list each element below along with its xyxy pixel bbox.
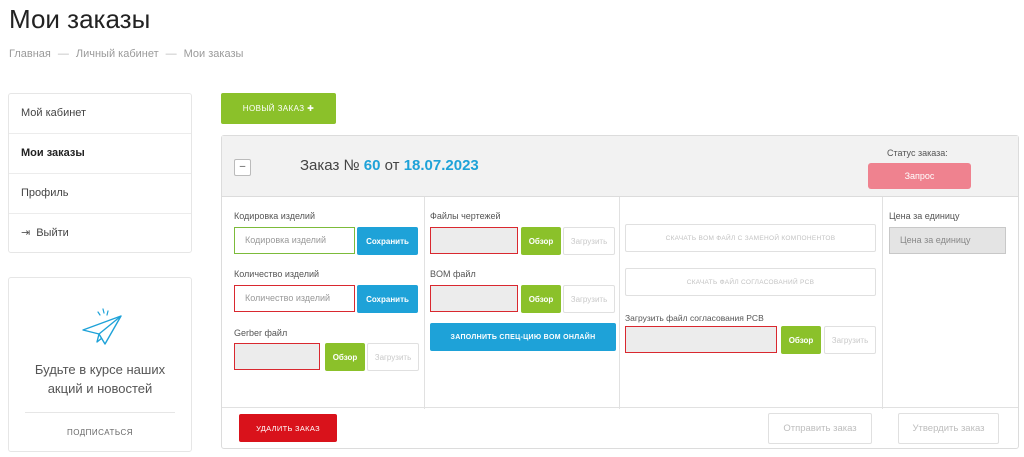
order-column-product: Кодировка изделий Кодировка изделий Сохр… [222, 197, 425, 409]
fill-bom-online-button[interactable]: ЗАПОЛНИТЬ СПЕЦ-ЦИЮ BOM ОНЛАЙН [430, 323, 616, 351]
new-order-button[interactable]: НОВЫЙ ЗАКАЗ ✚ [221, 93, 336, 124]
quantity-label: Количество изделий [234, 269, 320, 279]
quantity-input[interactable]: Количество изделий [234, 285, 355, 312]
marking-input[interactable]: Кодировка изделий [234, 227, 355, 254]
divider [222, 407, 1018, 408]
price-label: Цена за единицу [889, 211, 960, 221]
subscribe-text: Будьте в курсе наших акций и новостей [34, 362, 166, 396]
drawings-file-field[interactable] [430, 227, 518, 254]
bom-file-field[interactable] [430, 285, 518, 312]
price-input[interactable]: Цена за единицу [889, 227, 1006, 254]
order-card: – Заказ № 60 от 18.07.2023 Статус заказа… [221, 135, 1019, 449]
status-label: Статус заказа: [887, 148, 948, 158]
page-title: Мои заказы [9, 4, 151, 34]
collapse-button[interactable]: – [234, 159, 251, 176]
sidebar-item-my-cabinet[interactable]: Мой кабинет [9, 94, 191, 134]
breadcrumb-separator: — [57, 48, 69, 60]
gerber-browse-button[interactable]: Обзор [325, 343, 365, 371]
order-title: Заказ № 60 от 18.07.2023 [300, 157, 479, 174]
order-header: – Заказ № 60 от 18.07.2023 Статус заказа… [222, 136, 1018, 197]
subscribe-link[interactable]: ПОДПИСАТЬСЯ [9, 428, 191, 437]
sidebar-item-label: Профиль [21, 187, 69, 199]
sidebar-item-label: Выйти [36, 227, 69, 239]
sidebar-item-label: Мой кабинет [21, 107, 87, 119]
save-quantity-button[interactable]: Сохранить [357, 285, 418, 313]
download-bom-button[interactable]: СКАЧАТЬ BOM ФАЙЛ С ЗАМЕНОЙ КОМПОНЕНТОВ [625, 224, 876, 252]
divider [25, 412, 175, 413]
download-pcb-button[interactable]: СКАЧАТЬ ФАЙЛ СОГЛАСОВАНИЙ PCB [625, 268, 876, 296]
subscribe-box: Будьте в курсе наших акций и новостей ПО… [8, 277, 192, 452]
save-marking-button[interactable]: Сохранить [357, 227, 418, 255]
paper-plane-icon [82, 308, 122, 345]
breadcrumb-account[interactable]: Личный кабинет [76, 48, 159, 60]
order-date: 18.07.2023 [403, 157, 479, 174]
order-number: 60 [363, 157, 381, 174]
logout-icon: ⇥ [21, 227, 31, 239]
order-date-prefix: от [384, 157, 400, 174]
sidebar-item-label: Мои заказы [21, 147, 85, 159]
upload-pcb-upload-button[interactable]: Загрузить [824, 326, 876, 354]
breadcrumb: Главная — Личный кабинет — Мои заказы [9, 48, 243, 60]
bom-label: BOM файл [430, 269, 476, 279]
order-column-price: Цена за единицу Цена за единицу [883, 197, 1018, 409]
sidebar-menu: Мой кабинет Мои заказы Профиль ⇥ Выйти [8, 93, 192, 253]
drawings-label: Файлы чертежей [430, 211, 501, 221]
delete-order-button[interactable]: УДАЛИТЬ ЗАКАЗ [239, 414, 337, 442]
gerber-file-field[interactable] [234, 343, 320, 370]
upload-pcb-browse-button[interactable]: Обзор [781, 326, 821, 354]
marking-label: Кодировка изделий [234, 211, 315, 221]
drawings-upload-button[interactable]: Загрузить [563, 227, 615, 255]
confirm-order-button[interactable]: Утвердить заказ [898, 413, 999, 444]
sidebar-item-logout[interactable]: ⇥ Выйти [9, 214, 191, 254]
order-column-pcb: СКАЧАТЬ BOM ФАЙЛ С ЗАМЕНОЙ КОМПОНЕНТОВ С… [620, 197, 883, 409]
send-order-button[interactable]: Отправить заказ [768, 413, 872, 444]
order-title-prefix: Заказ № [300, 157, 360, 174]
upload-pcb-label: Загрузить файл согласования PCB [625, 313, 764, 323]
status-badge[interactable]: Запрос [868, 163, 971, 189]
breadcrumb-home[interactable]: Главная [9, 48, 51, 60]
bom-browse-button[interactable]: Обзор [521, 285, 561, 313]
breadcrumb-separator: — [165, 48, 177, 60]
drawings-browse-button[interactable]: Обзор [521, 227, 561, 255]
sidebar-item-my-orders[interactable]: Мои заказы [9, 134, 191, 174]
gerber-label: Gerber файл [234, 328, 288, 338]
breadcrumb-current: Мои заказы [183, 48, 244, 60]
gerber-upload-button[interactable]: Загрузить [367, 343, 419, 371]
bom-upload-button[interactable]: Загрузить [563, 285, 615, 313]
order-column-files: Файлы чертежей Обзор Загрузить BOM файл … [425, 197, 620, 409]
upload-pcb-file-field[interactable] [625, 326, 777, 353]
sidebar-item-profile[interactable]: Профиль [9, 174, 191, 214]
